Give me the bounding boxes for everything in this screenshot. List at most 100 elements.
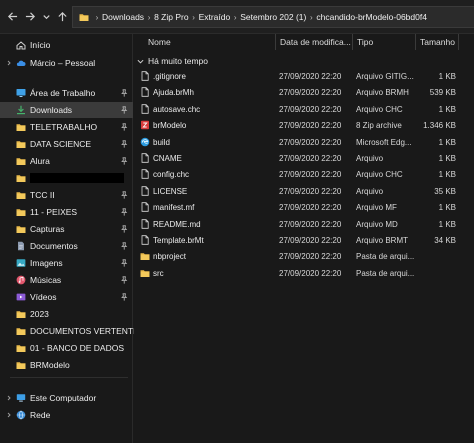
folder-icon-wrap: [16, 326, 26, 336]
file-name: manifest.mf: [153, 203, 195, 213]
chevron-right-icon[interactable]: [5, 411, 13, 419]
breadcrumb-item[interactable]: chcandido-brModelo-06bd0f4: [316, 12, 427, 22]
chevron-right-icon[interactable]: [5, 394, 13, 402]
column-header-size[interactable]: Tamanho: [420, 37, 455, 47]
zip-icon: [141, 120, 149, 130]
column-divider[interactable]: [275, 34, 276, 50]
file-size: 1 KB: [438, 137, 456, 147]
file-size: 1.346 KB: [423, 121, 456, 131]
column-divider[interactable]: [458, 34, 459, 50]
sidebar-item-2023[interactable]: 2023: [0, 306, 133, 322]
file-icon-wrap: [140, 104, 150, 114]
address-bar[interactable]: › Downloads › 8 Zip Pro › Extraído › Setembro 2…: [72, 6, 474, 28]
file-name: CNAME: [153, 154, 182, 163]
up-button[interactable]: [54, 8, 70, 24]
file-icon: [141, 71, 149, 81]
sidebar-item-downloads[interactable]: Downloads: [0, 102, 133, 118]
breadcrumb-item[interactable]: Setembro 202 (1): [240, 12, 306, 22]
breadcrumb-separator[interactable]: ›: [306, 13, 316, 22]
sidebar-item-data-science[interactable]: DATA SCIENCE: [0, 136, 133, 152]
file-row[interactable]: config.chc 27/09/2020 22:20 Arquivo CHC 1 K…: [134, 166, 474, 182]
sidebar-item-teletrabalho[interactable]: TELETRABALHO: [0, 119, 133, 135]
sidebar-item-label: BRModelo: [30, 360, 70, 370]
column-header-name[interactable]: Nome: [148, 37, 171, 47]
file-row[interactable]: Template.brMt 27/09/2020 22:20 Arquivo BRM…: [134, 232, 474, 248]
sidebar-item-label: TCC II: [30, 190, 55, 200]
file-row[interactable]: nbproject 27/09/2020 22:20 Pasta de arqui.…: [134, 248, 474, 264]
breadcrumb-separator[interactable]: ›: [230, 13, 240, 22]
computer-icon-wrap: [16, 393, 26, 403]
pin-icon: [120, 89, 128, 97]
sidebar-item-imagens[interactable]: Imagens: [0, 255, 133, 271]
folder-icon: [16, 311, 26, 318]
breadcrumb-item[interactable]: Extraído: [199, 12, 231, 22]
sidebar-item-in-cio[interactable]: Início: [0, 37, 133, 53]
sidebar-item-m-rcio-pessoal[interactable]: Márcio – Pessoal: [0, 55, 133, 71]
sidebar-item-m-sicas[interactable]: Músicas: [0, 272, 133, 288]
sidebar-item-rea-de-trabalho[interactable]: Área de Trabalho: [0, 85, 133, 101]
sidebar-item-label: Documentos: [30, 241, 78, 251]
sidebar-item-v-deos[interactable]: Vídeos: [0, 289, 133, 305]
chevron-right-icon[interactable]: [5, 59, 13, 67]
sidebar-item-label: DATA SCIENCE: [30, 139, 92, 149]
file-size: 539 KB: [429, 88, 456, 98]
file-row[interactable]: Ajuda.brMh 27/09/2020 22:20 Arquivo BRMH 53…: [134, 84, 474, 100]
file-date: 27/09/2020 22:20: [279, 252, 342, 262]
sidebar-item-tcc-ii[interactable]: TCC II: [0, 187, 133, 203]
sidebar-item-redacted[interactable]: [0, 170, 133, 186]
folder-icon: [16, 158, 26, 165]
breadcrumb-item[interactable]: Downloads: [102, 12, 144, 22]
file-size: 34 KB: [434, 236, 456, 245]
sidebar-item-documentos[interactable]: Documentos: [0, 238, 133, 254]
recent-dropdown-button[interactable]: [38, 8, 54, 24]
file-row[interactable]: CNAME 27/09/2020 22:20 Arquivo 1 KB: [134, 150, 474, 166]
file-icon: [141, 104, 149, 114]
sidebar-item-este-computador[interactable]: Este Computador: [0, 390, 133, 406]
file-row[interactable]: brModelo 27/09/2020 22:20 8 Zip archive 1.3…: [134, 117, 474, 133]
breadcrumb-separator[interactable]: ›: [92, 13, 102, 22]
edge-icon-wrap: [140, 137, 150, 147]
breadcrumb-separator[interactable]: ›: [144, 13, 154, 22]
column-header-type[interactable]: Tipo: [357, 37, 373, 47]
column-divider[interactable]: [415, 34, 416, 50]
group-header[interactable]: Há muito tempo: [134, 54, 474, 68]
file-row[interactable]: build 27/09/2020 22:20 Microsoft Edg... 1 K…: [134, 134, 474, 150]
sidebar-item-label: DOCUMENTOS VERTENTES: [30, 326, 145, 336]
sidebar-item-documentos-vertentes[interactable]: DOCUMENTOS VERTENTES: [0, 323, 144, 339]
file-type: Pasta de arqui...: [356, 252, 415, 262]
file-date: 27/09/2020 22:20: [279, 203, 342, 213]
breadcrumb-item[interactable]: 8 Zip Pro: [154, 12, 189, 22]
file-type: Arquivo BRMH: [356, 88, 409, 98]
file-icon: [141, 186, 149, 196]
file-row[interactable]: src 27/09/2020 22:20 Pasta de arqui...: [134, 265, 474, 281]
column-divider[interactable]: [352, 34, 353, 50]
file-row[interactable]: .gitignore 27/09/2020 22:20 Arquivo GITIG.…: [134, 68, 474, 84]
download-icon-wrap: [16, 105, 26, 115]
breadcrumb-separator[interactable]: ›: [189, 13, 199, 22]
sidebar-item-11-peixes[interactable]: 11 - PEIXES: [0, 204, 133, 220]
folder-icon: [16, 345, 26, 352]
sidebar-item-brmodelo[interactable]: BRModelo: [0, 357, 133, 373]
group-label: Há muito tempo: [148, 56, 208, 66]
file-list: Nome Data de modifica... Tipo Tamanho Há…: [134, 34, 474, 443]
file-date: 27/09/2020 22:20: [279, 72, 342, 81]
sidebar-item-alura[interactable]: Alura: [0, 153, 133, 169]
file-row[interactable]: manifest.mf 27/09/2020 22:20 Arquivo MF 1 K…: [134, 199, 474, 215]
documents-icon: [18, 241, 24, 251]
computer-icon: [16, 394, 26, 402]
column-header-date[interactable]: Data de modifica...: [280, 37, 351, 47]
file-row[interactable]: LICENSE 27/09/2020 22:20 Arquivo 35 KB: [134, 183, 474, 199]
folder-icon: [16, 209, 26, 216]
file-row[interactable]: autosave.chc 27/09/2020 22:20 Arquivo CHC 1…: [134, 101, 474, 117]
sidebar-item-01-banco-de-dados[interactable]: 01 - BANCO DE DADOS: [0, 340, 133, 356]
column-headers: Nome Data de modifica... Tipo Tamanho: [134, 34, 474, 50]
file-row[interactable]: README.md 27/09/2020 22:20 Arquivo MD 1 KB: [134, 216, 474, 232]
forward-button[interactable]: [22, 8, 38, 24]
arrow-up-icon: [57, 11, 67, 21]
sidebar-item-rede[interactable]: Rede: [0, 407, 133, 423]
file-icon: [141, 87, 149, 98]
file-name: brModelo: [153, 121, 187, 131]
pin-icon: [120, 242, 128, 250]
back-button[interactable]: [4, 8, 20, 24]
sidebar-item-capturas[interactable]: Capturas: [0, 221, 133, 237]
